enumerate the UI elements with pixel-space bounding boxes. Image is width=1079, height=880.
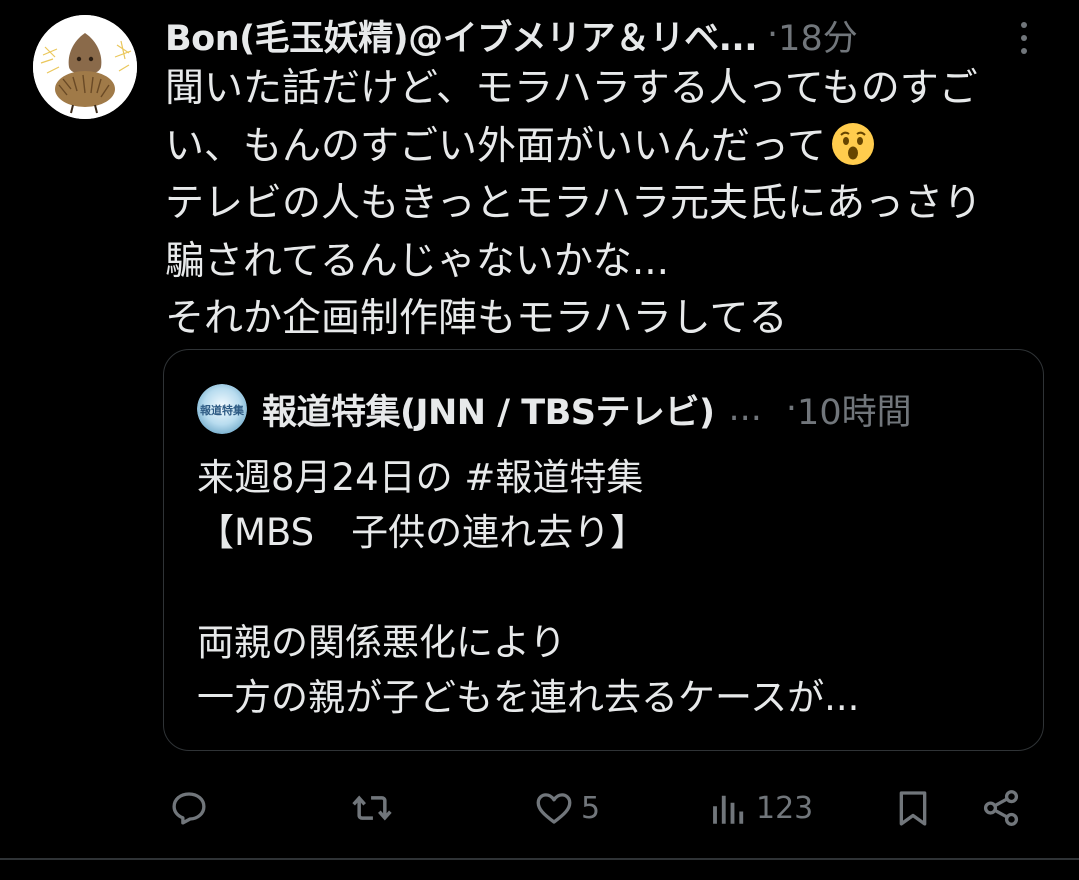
- quote-author-name[interactable]: 報道特集(JNN / TBSテレビ): [262, 384, 715, 435]
- retweet-icon: [352, 795, 392, 821]
- quote-line: 一方の親が子どもを連れ去るケースが...: [197, 676, 860, 719]
- tweet-line: テレビの人もきっとモラハラ元夫氏にあっさり: [165, 181, 983, 226]
- quote-line: 【MBS 子供の連れ去り】: [197, 511, 648, 554]
- tweet-line: それか企画制作陣もモラハラしてる: [165, 296, 788, 341]
- more-options-icon[interactable]: [1012, 18, 1036, 58]
- tweet-line: い、もんのすごい外面がいいんだって: [165, 123, 827, 169]
- timestamp[interactable]: 18分: [778, 10, 858, 61]
- quote-name-ellipsis: ...: [728, 389, 762, 429]
- reply-icon: [172, 792, 206, 825]
- quote-line: 両親の関係悪化により: [197, 621, 567, 664]
- tweet-text: 聞いた話だけど、モラハラする人ってものすご い、もんのすごい外面がいいんだって …: [165, 60, 1060, 348]
- tweet-line-with-emoji: い、もんのすごい外面がいいんだって: [165, 118, 1060, 176]
- bookmark-button[interactable]: [893, 780, 933, 836]
- like-button[interactable]: 5: [533, 780, 600, 836]
- quote-avatar-text: 報道特集: [200, 403, 245, 417]
- news-program-logo-icon: 報道特集: [197, 384, 247, 434]
- heart-icon: [536, 793, 572, 824]
- share-icon: [983, 790, 1019, 826]
- tweet-line: 聞いた話だけど、モラハラする人ってものすご: [165, 66, 978, 111]
- views-icon: [713, 795, 744, 824]
- chestnut-fairy-avatar-icon: [33, 15, 137, 119]
- retweet-button[interactable]: [350, 780, 394, 836]
- reply-button[interactable]: [168, 780, 210, 836]
- tweet-header: Bon(毛玉妖精)@イブメリア＆リベ... · 18分: [165, 10, 1045, 60]
- hushed-face-emoji: [832, 122, 875, 165]
- bookmark-icon: [899, 791, 927, 826]
- views-button[interactable]: 123: [708, 780, 813, 836]
- quoted-tweet-card[interactable]: 報道特集 報道特集(JNN / TBSテレビ) ... · 10時間 来週8月2…: [163, 349, 1044, 751]
- tweet[interactable]: Bon(毛玉妖精)@イブメリア＆リベ... · 18分 聞いた話だけど、モラハラ…: [0, 0, 1079, 860]
- quote-timestamp[interactable]: 10時間: [797, 384, 912, 435]
- author-name[interactable]: Bon(毛玉妖精)@イブメリア＆リベ...: [165, 10, 758, 61]
- quote-line: [197, 560, 1017, 615]
- views-count: 123: [756, 790, 814, 826]
- avatar[interactable]: [33, 15, 137, 119]
- quote-avatar[interactable]: 報道特集: [197, 384, 247, 434]
- separator-dot: ·: [767, 15, 779, 55]
- quote-text: 来週8月24日の #報道特集 【MBS 子供の連れ去り】 両親の関係悪化により …: [197, 450, 1017, 725]
- like-count: 5: [581, 790, 601, 826]
- bottom-divider: [0, 858, 1079, 860]
- tweet-line: 騙されてるんじゃないかな...: [165, 238, 670, 284]
- quote-line: 来週8月24日の #報道特集: [197, 456, 644, 499]
- separator-dot: ·: [785, 389, 798, 429]
- action-bar: 5 123: [0, 780, 1079, 836]
- share-button[interactable]: [980, 780, 1022, 836]
- quote-header: 報道特集(JNN / TBSテレビ) ... · 10時間: [262, 384, 1022, 434]
